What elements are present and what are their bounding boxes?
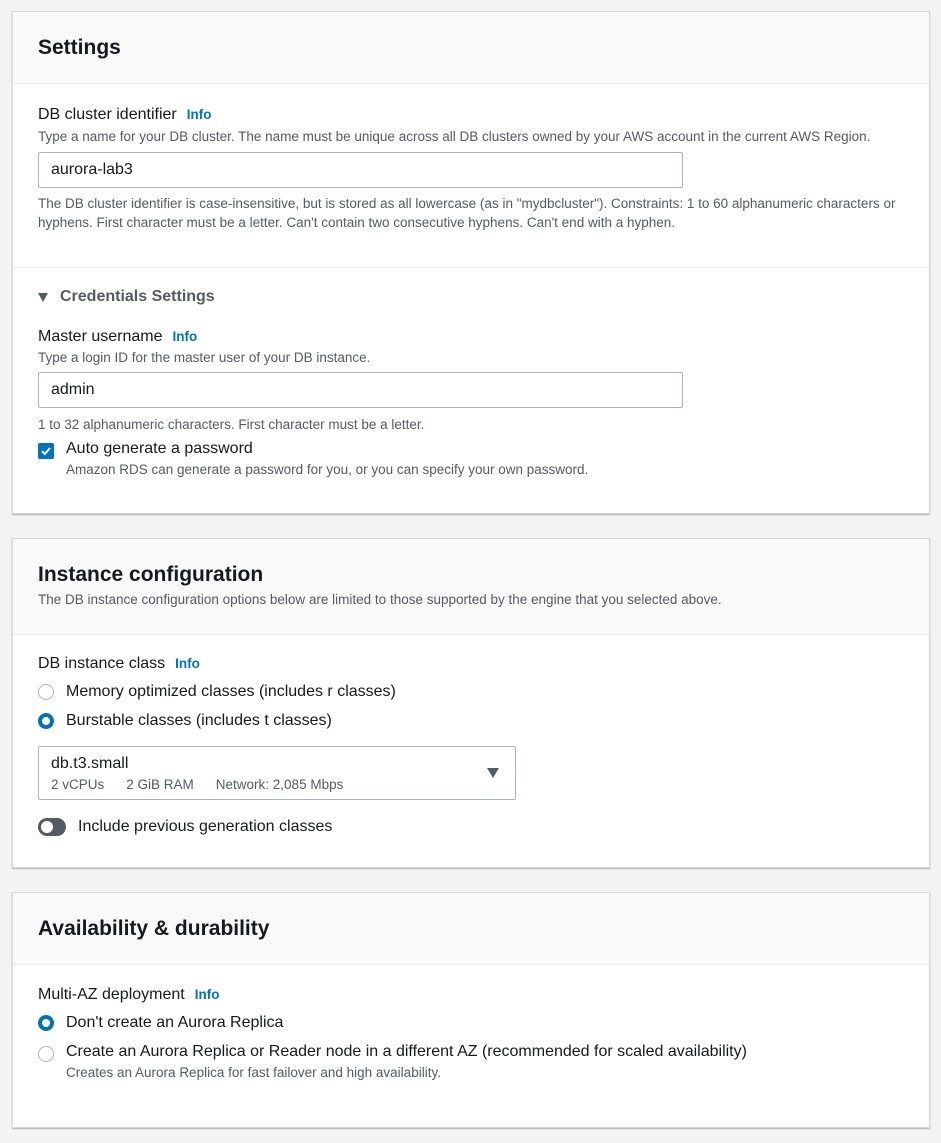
cluster-id-description: Type a name for your DB cluster. The nam…: [38, 129, 871, 144]
instance-class-section: DB instance class Info Memory optimized c…: [13, 635, 929, 836]
multi-az-section: Multi-AZ deployment Info Don't create an …: [13, 965, 929, 1082]
cluster-id-constraint: The DB cluster identifier is case-insens…: [38, 196, 896, 230]
settings-panel: Settings DB cluster identifier Info Type …: [12, 11, 930, 514]
availability-header: Availability & durability: [13, 893, 929, 965]
caret-down-icon: [38, 292, 48, 302]
master-username-constraint: 1 to 32 alphanumeric characters. First c…: [38, 417, 425, 432]
cluster-id-input[interactable]: [38, 152, 683, 188]
instance-class-select[interactable]: db.t3.small 2 vCPUs 2 GiB RAM Network: 2,0…: [38, 746, 516, 800]
caret-down-icon: [487, 768, 499, 778]
master-username-label: Master username: [38, 328, 163, 345]
credentials-expander[interactable]: Credentials Settings: [38, 288, 904, 306]
ram-text: 2 GiB RAM: [126, 777, 194, 792]
radio-button[interactable]: [38, 1046, 54, 1062]
cluster-id-section: DB cluster identifier Info Type a name fo…: [13, 84, 929, 267]
radio-burstable[interactable]: Burstable classes (includes t classes): [38, 712, 904, 730]
radio-button[interactable]: [38, 1015, 54, 1031]
master-username-info-link[interactable]: Info: [173, 329, 198, 344]
toggle-label: Include previous generation classes: [78, 818, 333, 835]
credentials-title: Credentials Settings: [60, 288, 215, 305]
instance-description: The DB instance configuration options be…: [38, 592, 722, 607]
instance-class-info-link[interactable]: Info: [175, 656, 200, 671]
radio-button[interactable]: [38, 684, 54, 700]
radio-button[interactable]: [38, 713, 54, 729]
instance-title: Instance configuration: [38, 563, 264, 586]
radio-label: Create an Aurora Replica or Reader node …: [66, 1043, 747, 1060]
cluster-id-info-link[interactable]: Info: [187, 107, 212, 122]
network-text: Network: 2,085 Mbps: [215, 777, 344, 792]
select-value: db.t3.small: [51, 755, 129, 772]
instance-header: Instance configuration The DB instance c…: [13, 539, 929, 635]
radio-label: Burstable classes (includes t classes): [66, 712, 332, 729]
availability-title: Availability & durability: [38, 917, 270, 940]
select-meta: 2 vCPUs 2 GiB RAM Network: 2,085 Mbps: [51, 777, 503, 792]
radio-memory-optimized[interactable]: Memory optimized classes (includes r cla…: [38, 683, 904, 701]
auto-password-description: Amazon RDS can generate a password for y…: [66, 462, 589, 477]
instance-class-label: DB instance class: [38, 655, 166, 672]
previous-generation-toggle-row: Include previous generation classes: [38, 818, 904, 836]
credentials-section: Credentials Settings Master username Info…: [13, 268, 929, 479]
master-username-input[interactable]: [38, 372, 683, 408]
radio-label: Memory optimized classes (includes r cla…: [66, 683, 396, 700]
cluster-id-label: DB cluster identifier: [38, 106, 177, 123]
auto-password-label: Auto generate a password: [66, 440, 253, 457]
master-username-description: Type a login ID for the master user of y…: [38, 350, 371, 365]
instance-panel: Instance configuration The DB instance c…: [12, 538, 930, 868]
radio-label: Don't create an Aurora Replica: [66, 1014, 284, 1031]
radio-no-replica[interactable]: Don't create an Aurora Replica: [38, 1014, 904, 1032]
radio-create-replica[interactable]: Create an Aurora Replica or Reader node …: [38, 1043, 904, 1082]
checkmark-icon: [41, 447, 51, 456]
multi-az-label: Multi-AZ deployment: [38, 986, 185, 1003]
vcpus-text: 2 vCPUs: [51, 777, 105, 792]
settings-title: Settings: [38, 36, 121, 59]
radio-description: Creates an Aurora Replica for fast failo…: [66, 1065, 441, 1080]
previous-generation-toggle[interactable]: [38, 818, 66, 836]
auto-password-checkbox[interactable]: [38, 443, 54, 459]
multi-az-info-link[interactable]: Info: [195, 987, 220, 1002]
settings-header: Settings: [13, 12, 929, 84]
availability-panel: Availability & durability Multi-AZ deplo…: [12, 892, 930, 1128]
auto-password-row: Auto generate a password Amazon RDS can …: [38, 440, 904, 479]
